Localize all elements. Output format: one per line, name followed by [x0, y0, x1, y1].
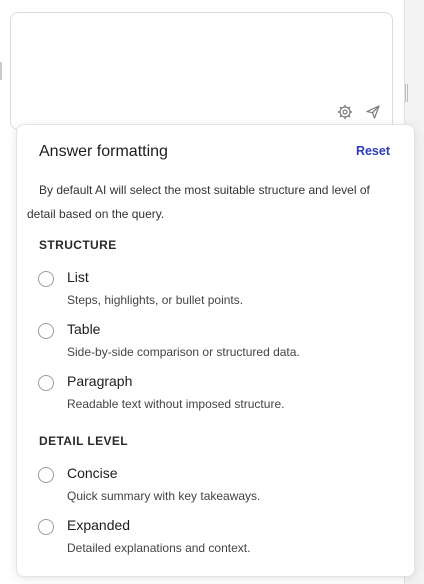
option-description: Quick summary with key takeaways.	[67, 489, 261, 503]
radio-button[interactable]	[38, 271, 54, 287]
message-input[interactable]	[19, 21, 353, 105]
popover-title: Answer formatting	[39, 143, 168, 160]
option-label: Expanded	[67, 517, 131, 533]
option-description: Readable text without imposed structure.	[67, 397, 285, 411]
left-edge-marker	[0, 62, 2, 80]
structure-option-paragraph[interactable]: Paragraph Readable text without imposed …	[37, 369, 397, 413]
detail-level-heading: DETAIL LEVEL	[39, 434, 129, 448]
radio-button[interactable]	[38, 323, 54, 339]
chat-composer	[10, 12, 393, 130]
resize-handle[interactable]	[405, 84, 408, 102]
option-label: Concise	[67, 465, 118, 481]
option-description: Steps, highlights, or bullet points.	[67, 293, 244, 307]
option-label: Paragraph	[67, 373, 133, 389]
detail-option-expanded[interactable]: Expanded Detailed explanations and conte…	[37, 513, 397, 557]
radio-button[interactable]	[38, 375, 54, 391]
popover-description: By default AI will select the most suita…	[27, 183, 370, 221]
option-label: List	[67, 269, 89, 285]
reset-button[interactable]: Reset	[356, 144, 390, 158]
structure-option-table[interactable]: Table Side-by-side comparison or structu…	[37, 317, 397, 361]
structure-option-list[interactable]: List Steps, highlights, or bullet points…	[37, 265, 397, 309]
send-icon[interactable]	[365, 104, 381, 120]
option-description: Side-by-side comparison or structured da…	[67, 345, 300, 359]
detail-option-concise[interactable]: Concise Quick summary with key takeaways…	[37, 461, 397, 505]
option-label: Table	[67, 321, 101, 337]
radio-button[interactable]	[38, 467, 54, 483]
answer-formatting-popover: Answer formatting Reset By default AI wi…	[16, 124, 415, 577]
option-description: Detailed explanations and context.	[67, 541, 251, 555]
radio-button[interactable]	[38, 519, 54, 535]
structure-heading: STRUCTURE	[39, 238, 117, 252]
gear-icon[interactable]	[337, 104, 353, 120]
